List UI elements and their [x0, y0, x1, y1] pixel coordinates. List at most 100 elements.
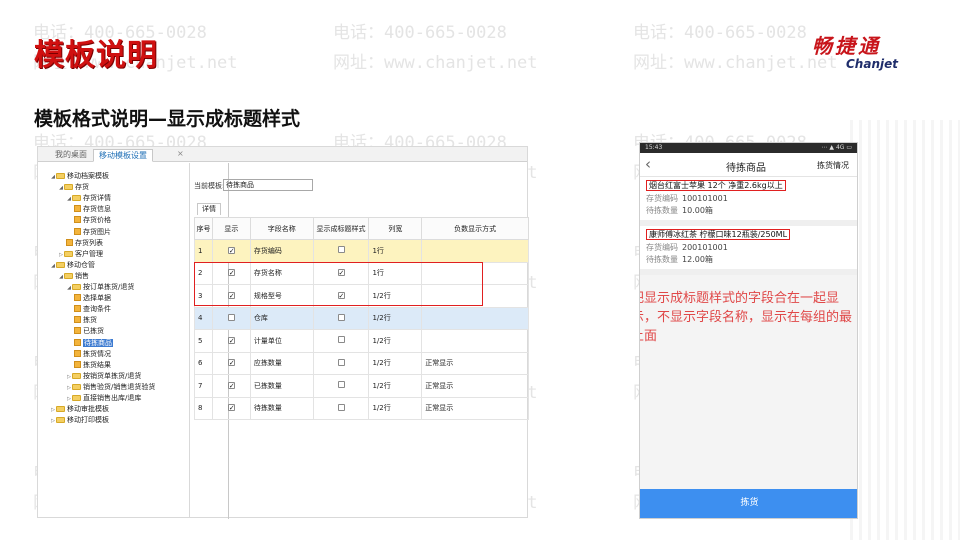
document-icon — [74, 349, 81, 357]
title-style-cell — [312, 351, 370, 375]
back-icon[interactable]: ‹ — [645, 156, 651, 172]
table-row[interactable]: 4 仓库 1/2行 — [194, 306, 529, 330]
field-name-cell: 应拣数量 — [249, 351, 314, 375]
watermark-phone: 电话：400-665-0028 — [333, 23, 507, 43]
negative-display-cell[interactable] — [421, 329, 529, 353]
negative-display-cell[interactable]: 正常显示 — [421, 351, 529, 375]
show-checkbox[interactable]: ✓ — [227, 336, 235, 344]
tree-folder[interactable]: ▷ 按销货单拣货/退货 — [66, 371, 141, 382]
watermark-site: 网址：www.chanjet.net — [633, 53, 838, 73]
slide-title: 模板说明 — [34, 38, 158, 73]
column-header: 显示成标题样式 — [312, 217, 370, 240]
show-checkbox[interactable]: ✓ — [227, 381, 235, 389]
tree-label: 拣货 — [83, 316, 97, 325]
folder-icon — [72, 372, 81, 379]
table-row[interactable]: 6 ✓ 应拣数量 1/2行 正常显示 — [194, 351, 529, 375]
tree-folder[interactable]: ◢ 存货详情 — [66, 193, 111, 204]
tree-folder[interactable]: ◢ 移动仓管 — [50, 260, 95, 271]
tree-folder[interactable]: ◢ 销售 — [58, 271, 89, 282]
tree-folder[interactable]: ▷ 直接销售出库/退库 — [66, 393, 141, 404]
tree-folder[interactable]: ▷ 移动打印模板 — [50, 415, 109, 426]
tree-label: 拣货情况 — [83, 349, 111, 358]
tab-mobile-template-settings[interactable]: 移动模板设置 — [93, 149, 153, 162]
product-card[interactable]: 烟台红富士苹果 12个 净重2.6kg以上 存货编码 100101001 待拣数量… — [640, 177, 857, 226]
tree-item[interactable]: 选择单据 — [74, 293, 111, 304]
row-number: 7 — [194, 374, 213, 398]
tree-item[interactable]: 查询条件 — [74, 304, 111, 315]
title-style-checkbox[interactable] — [337, 336, 345, 344]
tree-folder[interactable]: ▷ 客户管理 — [58, 249, 103, 260]
tree-item[interactable]: 待拣商品 — [74, 338, 113, 349]
status-icons: ⋯ ▲ 4G ▭ — [821, 144, 852, 151]
tree-label: 存货信息 — [83, 205, 111, 214]
title-style-checkbox[interactable] — [337, 313, 345, 321]
tree-item[interactable]: 存货图片 — [74, 227, 111, 238]
qty-value: 10.00箱 — [682, 206, 713, 215]
column-width-cell[interactable]: 1/2行 — [368, 329, 423, 353]
tree-folder[interactable]: ◢ 移动档案模板 — [50, 171, 109, 182]
logo-english-name: Chanjet — [846, 57, 898, 71]
show-checkbox[interactable]: ✓ — [227, 359, 235, 367]
field-name-cell: 存货编码 — [249, 239, 314, 263]
document-icon — [74, 294, 81, 302]
code-value: 200101001 — [682, 243, 728, 252]
table-row[interactable]: 7 ✓ 已拣数量 1/2行 正常显示 — [194, 374, 529, 398]
tab-my-desktop[interactable]: 我的桌面 — [50, 149, 92, 162]
negative-display-cell[interactable]: 正常显示 — [421, 396, 529, 420]
product-card[interactable]: 康师傅冰红茶 柠檬口味12瓶装/250ML 存货编码 200101001 待拣数量… — [640, 226, 857, 275]
folder-icon — [56, 406, 65, 413]
product-qty-line: 待拣数量 12.00箱 — [646, 254, 855, 266]
field-settings-table: 序号 显示 字段名称 显示成标题样式 列宽 负数显示方式 1 ✓ 存货编码 1行 2 ✓ 存… — [194, 217, 529, 420]
tree-item[interactable]: 拣货结果 — [74, 360, 111, 371]
show-checkbox[interactable]: ✓ — [227, 246, 235, 254]
show-cell: ✓ — [211, 329, 251, 353]
show-checkbox[interactable] — [227, 313, 235, 321]
negative-display-cell[interactable] — [421, 239, 529, 263]
row-number: 5 — [194, 329, 213, 353]
table-row[interactable]: 1 ✓ 存货编码 1行 — [194, 239, 529, 263]
show-checkbox[interactable]: ✓ — [227, 404, 235, 412]
tree-item[interactable]: 拣货情况 — [74, 349, 111, 360]
table-row[interactable]: 5 ✓ 计量单位 1/2行 — [194, 329, 529, 353]
column-width-cell[interactable]: 1/2行 — [368, 396, 423, 420]
folder-icon — [72, 284, 81, 290]
tree-item[interactable]: 拣货 — [74, 315, 97, 326]
negative-display-cell[interactable] — [421, 306, 529, 330]
title-style-checkbox[interactable] — [337, 403, 345, 411]
row-number: 8 — [194, 396, 213, 420]
title-style-checkbox[interactable] — [337, 381, 345, 389]
negative-display-cell[interactable]: 正常显示 — [421, 374, 529, 398]
show-cell: ✓ — [211, 374, 251, 398]
field-name-cell: 仓库 — [249, 306, 314, 330]
tab-detail[interactable]: 详情 — [197, 203, 221, 215]
tree-folder[interactable]: ▷ 销售验货/销售退货验货 — [66, 382, 155, 393]
table-row[interactable]: 8 ✓ 待拣数量 1/2行 正常显示 — [194, 396, 529, 420]
tree-item[interactable]: 已拣货 — [74, 326, 104, 337]
picking-status-link[interactable]: 拣货情况 — [817, 160, 849, 171]
pick-button[interactable]: 拣货 — [640, 489, 857, 518]
tree-item[interactable]: 存货价格 — [74, 215, 111, 226]
title-style-checkbox[interactable] — [337, 358, 345, 366]
title-style-checkbox[interactable] — [337, 246, 345, 254]
tree-label: 存货图片 — [83, 227, 111, 236]
document-icon — [74, 316, 81, 324]
tree-folder[interactable]: ◢ 存货 — [58, 182, 89, 193]
tree-label: 存货详情 — [83, 194, 111, 203]
current-template-field[interactable]: 待拣商品 — [223, 179, 313, 191]
tree-item[interactable]: 存货列表 — [66, 238, 103, 249]
close-icon[interactable]: × — [177, 149, 184, 158]
tree-folder[interactable]: ▷ 移动审批模板 — [50, 404, 109, 415]
column-width-cell[interactable]: 1/2行 — [368, 374, 423, 398]
row-number: 4 — [194, 306, 213, 330]
title-style-cell — [312, 306, 370, 330]
tree-label: 选择单据 — [83, 294, 111, 303]
tree-item[interactable]: 存货信息 — [74, 204, 111, 215]
column-width-cell[interactable]: 1/2行 — [368, 306, 423, 330]
field-name-cell: 待拣数量 — [249, 396, 314, 420]
column-width-cell[interactable]: 1/2行 — [368, 351, 423, 375]
column-width-cell[interactable]: 1行 — [368, 239, 423, 263]
product-code-line: 存货编码 100101001 — [646, 193, 855, 205]
current-template-label: 当前模板: — [194, 182, 225, 190]
code-value: 100101001 — [682, 194, 728, 203]
tree-folder[interactable]: ◢ 按订单拣货/退货 — [66, 282, 134, 293]
